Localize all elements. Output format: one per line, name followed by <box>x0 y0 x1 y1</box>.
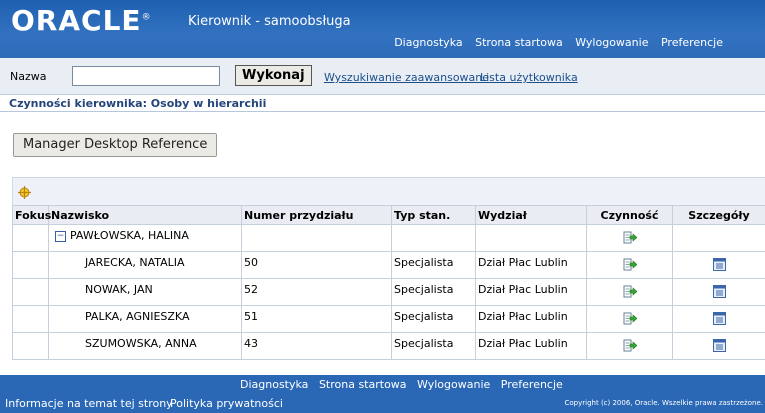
user-list-link[interactable]: Lista użytkownika <box>480 71 578 84</box>
go-button[interactable]: Wykonaj <box>235 65 312 86</box>
action-cell <box>586 278 673 306</box>
page-title: Czynności kierownika: Osoby w hierarchii <box>9 97 267 110</box>
employee-name: PALKA, AGNIESZKA <box>85 310 190 323</box>
table-row: − PAWŁOWSKA, HALINA <box>12 224 765 252</box>
col-department: Wydział <box>475 205 587 225</box>
footer-nav-diagnostics[interactable]: Diagnostyka <box>240 378 308 391</box>
about-page-link[interactable]: Informacje na temat tej strony <box>5 397 173 410</box>
footer-nav-logout[interactable]: Wylogowanie <box>417 378 490 391</box>
details-cell <box>672 278 765 306</box>
focus-cell[interactable] <box>12 224 49 252</box>
assignment-number-cell: 51 <box>241 305 392 333</box>
employee-name: PAWŁOWSKA, HALINA <box>70 229 189 242</box>
department-cell: Dział Płac Lublin <box>475 305 587 333</box>
footer-nav-preferences[interactable]: Preferencje <box>501 378 563 391</box>
oracle-logo: ORACLE® <box>11 4 152 37</box>
col-employee-type: Typ stan. <box>391 205 476 225</box>
global-nav: Diagnostyka Strona startowa Wylogowanie … <box>385 36 723 49</box>
details-icon[interactable] <box>712 285 726 301</box>
assignment-number-cell: 43 <box>241 332 392 360</box>
employee-type-cell: Specjalista <box>391 278 476 306</box>
nav-home[interactable]: Strona startowa <box>475 36 563 49</box>
employee-type-cell: Specjalista <box>391 332 476 360</box>
name-cell: JARECKA, NATALIA <box>48 251 242 279</box>
department-cell: Dział Płac Lublin <box>475 251 587 279</box>
nav-diagnostics[interactable]: Diagnostyka <box>394 36 462 49</box>
col-name: Nazwisko <box>48 205 242 225</box>
manager-desktop-reference-button[interactable]: Manager Desktop Reference <box>13 133 218 157</box>
footer: Diagnostyka Strona startowa Wylogowanie … <box>0 375 765 413</box>
focus-crosshair-icon[interactable] <box>18 186 31 199</box>
focus-cell[interactable] <box>12 251 49 279</box>
table-toolbar <box>12 177 765 206</box>
footer-nav: Diagnostyka Strona startowa Wylogowanie … <box>240 378 570 391</box>
details-cell <box>672 224 765 252</box>
action-cell <box>586 224 673 252</box>
table-row: NOWAK, JAN 52 Specjalista Dział Płac Lublin <box>12 278 765 306</box>
search-input[interactable] <box>72 66 220 86</box>
col-details: Szczegóły <box>672 205 765 225</box>
name-cell: PALKA, AGNIESZKA <box>48 305 242 333</box>
footer-nav-home[interactable]: Strona startowa <box>319 378 407 391</box>
header-banner: ORACLE® Kierownik - samoobsługa Diagnost… <box>0 0 765 58</box>
employee-type-cell: Specjalista <box>391 251 476 279</box>
assignment-number-cell: 50 <box>241 251 392 279</box>
search-label: Nazwa <box>10 70 47 83</box>
assignment-number-cell <box>241 224 392 252</box>
action-icon[interactable] <box>623 285 637 301</box>
employee-name: NOWAK, JAN <box>85 283 153 296</box>
app-title: Kierownik - samoobsługa <box>188 14 351 29</box>
title-divider <box>0 111 765 112</box>
employee-name: JARECKA, NATALIA <box>85 256 185 269</box>
details-cell <box>672 332 765 360</box>
col-assignment-number: Numer przydziału <box>241 205 392 225</box>
collapse-icon[interactable]: − <box>55 230 66 242</box>
focus-cell[interactable] <box>12 305 49 333</box>
advanced-search-link[interactable]: Wyszukiwanie zaawansowane <box>324 71 489 84</box>
employee-type-cell: Specjalista <box>391 305 476 333</box>
details-icon[interactable] <box>712 312 726 328</box>
employee-type-cell <box>391 224 476 252</box>
table-row: PALKA, AGNIESZKA 51 Specjalista Dział Płac … <box>12 305 765 333</box>
logo-text: ORACLE <box>11 4 142 37</box>
details-cell <box>672 305 765 333</box>
name-cell: − PAWŁOWSKA, HALINA <box>48 224 242 252</box>
copyright-text: Copyright (c) 2006, Oracle. Wszelkie pra… <box>564 399 763 407</box>
search-bar: Nazwa Wykonaj Wyszukiwanie zaawansowane … <box>0 58 765 95</box>
assignment-number-cell: 52 <box>241 278 392 306</box>
details-cell <box>672 251 765 279</box>
focus-cell[interactable] <box>12 332 49 360</box>
details-icon[interactable] <box>712 258 726 274</box>
nav-preferences[interactable]: Preferencje <box>661 36 723 49</box>
action-icon[interactable] <box>623 339 637 355</box>
employee-name: SZUMOWSKA, ANNA <box>85 337 197 350</box>
action-icon[interactable] <box>623 258 637 274</box>
hierarchy-table: Fokus Nazwisko Numer przydziału Typ stan… <box>12 205 765 360</box>
action-cell <box>586 251 673 279</box>
action-icon[interactable] <box>623 231 637 247</box>
department-cell: Dział Płac Lublin <box>475 332 587 360</box>
col-action: Czynność <box>586 205 673 225</box>
nav-logout[interactable]: Wylogowanie <box>575 36 648 49</box>
name-cell: NOWAK, JAN <box>48 278 242 306</box>
privacy-policy-link[interactable]: Polityka prywatności <box>170 397 283 410</box>
department-cell: Dział Płac Lublin <box>475 278 587 306</box>
table-row: JARECKA, NATALIA 50 Specjalista Dział Płac … <box>12 251 765 279</box>
table-row: SZUMOWSKA, ANNA 43 Specjalista Dział Płac L… <box>12 332 765 360</box>
details-icon[interactable] <box>712 339 726 355</box>
col-focus: Fokus <box>12 205 51 225</box>
action-icon[interactable] <box>623 312 637 328</box>
action-cell <box>586 305 673 333</box>
name-cell: SZUMOWSKA, ANNA <box>48 332 242 360</box>
table-header-row: Fokus Nazwisko Numer przydziału Typ stan… <box>12 205 765 225</box>
focus-cell[interactable] <box>12 278 49 306</box>
action-cell <box>586 332 673 360</box>
department-cell <box>475 224 587 252</box>
